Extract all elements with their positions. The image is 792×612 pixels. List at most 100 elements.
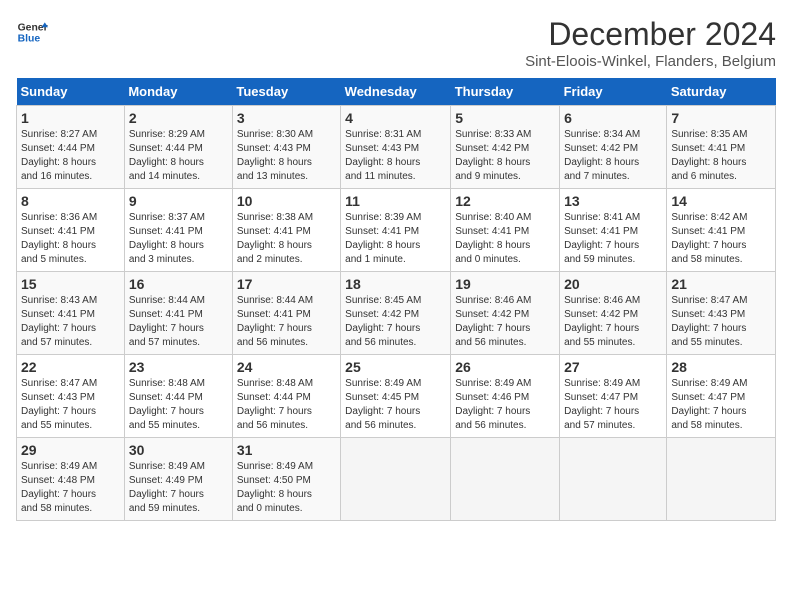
day-number: 2	[129, 110, 228, 126]
page-subtitle: Sint-Eloois-Winkel, Flanders, Belgium	[525, 53, 776, 70]
calendar-week-row: 15 Sunrise: 8:43 AM Sunset: 4:41 PM Dayli…	[17, 272, 776, 355]
calendar-cell: 5 Sunrise: 8:33 AM Sunset: 4:42 PM Daylig…	[451, 106, 560, 189]
day-number: 15	[21, 276, 120, 292]
calendar-cell: 16 Sunrise: 8:44 AM Sunset: 4:41 PM Dayli…	[124, 272, 232, 355]
day-number: 25	[345, 359, 446, 375]
day-info: Sunrise: 8:48 AM Sunset: 4:44 PM Dayligh…	[129, 377, 228, 433]
calendar-cell: 19 Sunrise: 8:46 AM Sunset: 4:42 PM Dayli…	[451, 272, 560, 355]
calendar-cell: 9 Sunrise: 8:37 AM Sunset: 4:41 PM Daylig…	[124, 189, 232, 272]
day-info: Sunrise: 8:44 AM Sunset: 4:41 PM Dayligh…	[237, 294, 336, 350]
day-info: Sunrise: 8:44 AM Sunset: 4:41 PM Dayligh…	[129, 294, 228, 350]
day-number: 8	[21, 193, 120, 209]
svg-text:Blue: Blue	[18, 34, 41, 45]
day-info: Sunrise: 8:33 AM Sunset: 4:42 PM Dayligh…	[455, 128, 555, 184]
day-number: 9	[129, 193, 228, 209]
logo: General Blue	[16, 16, 48, 48]
calendar-cell: 28Sunrise: 8:49 AM Sunset: 4:47 PM Dayli…	[667, 355, 776, 438]
day-info: Sunrise: 8:49 AM Sunset: 4:49 PM Dayligh…	[129, 460, 228, 516]
day-number: 17	[237, 276, 336, 292]
day-number: 31	[237, 442, 336, 458]
calendar-cell: 14Sunrise: 8:42 AM Sunset: 4:41 PM Dayli…	[667, 189, 776, 272]
calendar-cell	[451, 438, 560, 521]
day-info: Sunrise: 8:47 AM Sunset: 4:43 PM Dayligh…	[21, 377, 120, 433]
page-title: December 2024	[525, 16, 776, 53]
day-info: Sunrise: 8:27 AM Sunset: 4:44 PM Dayligh…	[21, 128, 120, 184]
day-info: Sunrise: 8:41 AM Sunset: 4:41 PM Dayligh…	[564, 211, 662, 267]
day-number: 27	[564, 359, 662, 375]
day-info: Sunrise: 8:40 AM Sunset: 4:41 PM Dayligh…	[455, 211, 555, 267]
svg-text:General: General	[18, 22, 48, 33]
weekday-header: Tuesday	[232, 78, 340, 106]
day-info: Sunrise: 8:48 AM Sunset: 4:44 PM Dayligh…	[237, 377, 336, 433]
day-info: Sunrise: 8:49 AM Sunset: 4:48 PM Dayligh…	[21, 460, 120, 516]
day-info: Sunrise: 8:38 AM Sunset: 4:41 PM Dayligh…	[237, 211, 336, 267]
calendar-cell: 27 Sunrise: 8:49 AM Sunset: 4:47 PM Dayli…	[560, 355, 667, 438]
day-number: 12	[455, 193, 555, 209]
day-number: 30	[129, 442, 228, 458]
day-info: Sunrise: 8:49 AM Sunset: 4:45 PM Dayligh…	[345, 377, 446, 433]
title-area: December 2024 Sint-Eloois-Winkel, Flande…	[525, 16, 776, 70]
day-info: Sunrise: 8:46 AM Sunset: 4:42 PM Dayligh…	[455, 294, 555, 350]
calendar-week-row: 1 Sunrise: 8:27 AM Sunset: 4:44 PM Daylig…	[17, 106, 776, 189]
calendar-cell: 20 Sunrise: 8:46 AM Sunset: 4:42 PM Dayli…	[560, 272, 667, 355]
day-number: 29	[21, 442, 120, 458]
header: General Blue December 2024 Sint-Eloois-W…	[16, 16, 776, 70]
calendar-cell: 8 Sunrise: 8:36 AM Sunset: 4:41 PM Daylig…	[17, 189, 125, 272]
day-number: 19	[455, 276, 555, 292]
day-info: Sunrise: 8:43 AM Sunset: 4:41 PM Dayligh…	[21, 294, 120, 350]
calendar-cell: 4 Sunrise: 8:31 AM Sunset: 4:43 PM Daylig…	[341, 106, 451, 189]
day-number: 18	[345, 276, 446, 292]
day-info: Sunrise: 8:49 AM Sunset: 4:47 PM Dayligh…	[671, 377, 771, 433]
weekday-header-row: SundayMondayTuesdayWednesdayThursdayFrid…	[17, 78, 776, 106]
day-info: Sunrise: 8:36 AM Sunset: 4:41 PM Dayligh…	[21, 211, 120, 267]
calendar-cell: 15 Sunrise: 8:43 AM Sunset: 4:41 PM Dayli…	[17, 272, 125, 355]
day-number: 24	[237, 359, 336, 375]
weekday-header: Saturday	[667, 78, 776, 106]
weekday-header: Friday	[560, 78, 667, 106]
day-number: 20	[564, 276, 662, 292]
day-info: Sunrise: 8:31 AM Sunset: 4:43 PM Dayligh…	[345, 128, 446, 184]
calendar-cell: 3 Sunrise: 8:30 AM Sunset: 4:43 PM Daylig…	[232, 106, 340, 189]
calendar-cell	[667, 438, 776, 521]
calendar-cell: 6Sunrise: 8:34 AM Sunset: 4:42 PM Daylig…	[560, 106, 667, 189]
day-number: 22	[21, 359, 120, 375]
day-number: 13	[564, 193, 662, 209]
day-number: 26	[455, 359, 555, 375]
day-info: Sunrise: 8:30 AM Sunset: 4:43 PM Dayligh…	[237, 128, 336, 184]
calendar-cell: 13 Sunrise: 8:41 AM Sunset: 4:41 PM Dayli…	[560, 189, 667, 272]
calendar-week-row: 8 Sunrise: 8:36 AM Sunset: 4:41 PM Daylig…	[17, 189, 776, 272]
calendar-cell: 17 Sunrise: 8:44 AM Sunset: 4:41 PM Dayli…	[232, 272, 340, 355]
day-info: Sunrise: 8:29 AM Sunset: 4:44 PM Dayligh…	[129, 128, 228, 184]
calendar-cell	[560, 438, 667, 521]
calendar-cell: 1 Sunrise: 8:27 AM Sunset: 4:44 PM Daylig…	[17, 106, 125, 189]
day-number: 5	[455, 110, 555, 126]
day-number: 6	[564, 110, 662, 126]
calendar-cell: 21 Sunrise: 8:47 AM Sunset: 4:43 PM Dayli…	[667, 272, 776, 355]
day-number: 14	[671, 193, 771, 209]
day-info: Sunrise: 8:45 AM Sunset: 4:42 PM Dayligh…	[345, 294, 446, 350]
day-number: 10	[237, 193, 336, 209]
day-number: 3	[237, 110, 336, 126]
calendar-cell: 30 Sunrise: 8:49 AM Sunset: 4:49 PM Dayli…	[124, 438, 232, 521]
calendar-cell: 29 Sunrise: 8:49 AM Sunset: 4:48 PM Dayli…	[17, 438, 125, 521]
day-number: 4	[345, 110, 446, 126]
day-number: 7	[671, 110, 771, 126]
calendar-cell: 7Sunrise: 8:35 AM Sunset: 4:41 PM Daylig…	[667, 106, 776, 189]
day-info: Sunrise: 8:49 AM Sunset: 4:46 PM Dayligh…	[455, 377, 555, 433]
day-info: Sunrise: 8:37 AM Sunset: 4:41 PM Dayligh…	[129, 211, 228, 267]
weekday-header: Thursday	[451, 78, 560, 106]
calendar-cell: 2 Sunrise: 8:29 AM Sunset: 4:44 PM Daylig…	[124, 106, 232, 189]
calendar-cell: 26 Sunrise: 8:49 AM Sunset: 4:46 PM Dayli…	[451, 355, 560, 438]
day-number: 1	[21, 110, 120, 126]
calendar-cell: 22 Sunrise: 8:47 AM Sunset: 4:43 PM Dayli…	[17, 355, 125, 438]
calendar-cell: 11 Sunrise: 8:39 AM Sunset: 4:41 PM Dayli…	[341, 189, 451, 272]
day-number: 11	[345, 193, 446, 209]
day-number: 16	[129, 276, 228, 292]
day-info: Sunrise: 8:39 AM Sunset: 4:41 PM Dayligh…	[345, 211, 446, 267]
day-number: 21	[671, 276, 771, 292]
day-info: Sunrise: 8:46 AM Sunset: 4:42 PM Dayligh…	[564, 294, 662, 350]
calendar-table: SundayMondayTuesdayWednesdayThursdayFrid…	[16, 78, 776, 521]
day-info: Sunrise: 8:49 AM Sunset: 4:47 PM Dayligh…	[564, 377, 662, 433]
day-info: Sunrise: 8:47 AM Sunset: 4:43 PM Dayligh…	[671, 294, 771, 350]
day-number: 23	[129, 359, 228, 375]
